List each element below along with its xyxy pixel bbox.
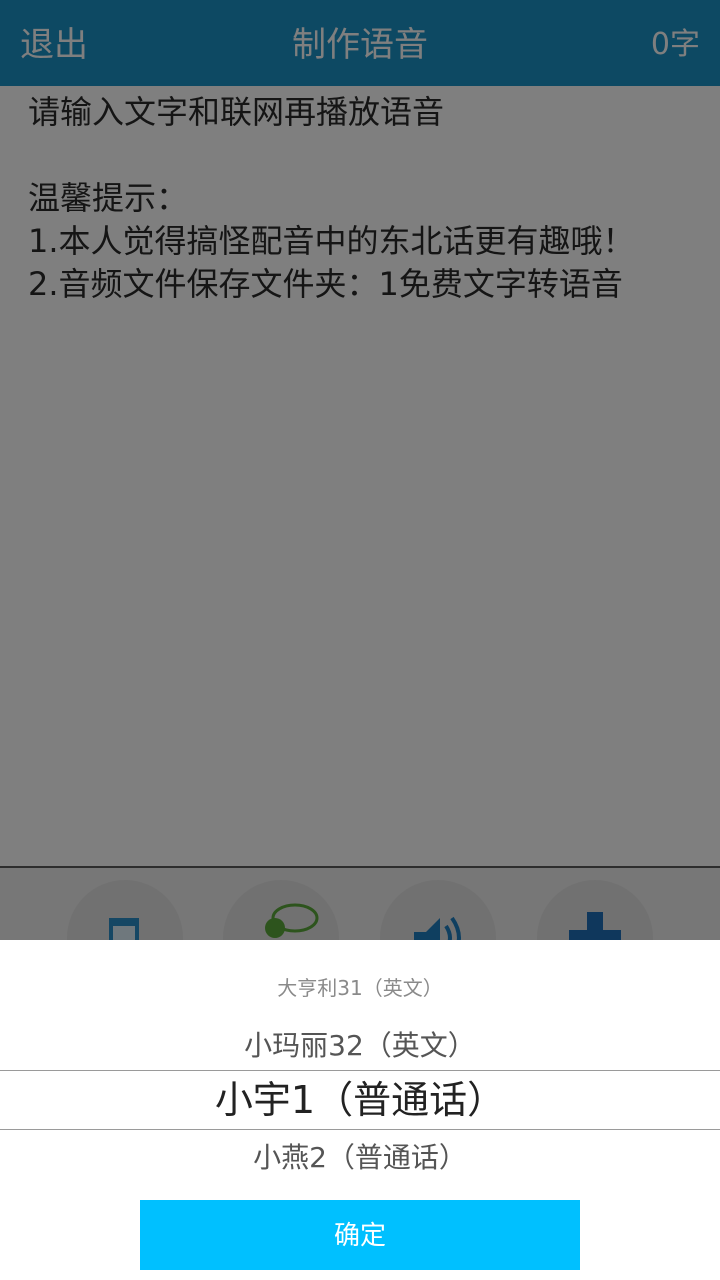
- dim-overlay[interactable]: [0, 0, 720, 940]
- voice-picker-sheet: 凯瑟琳30（英文） 大亨利31（英文） 小玛丽32（英文） 小宇1（普通话） 小…: [0, 940, 720, 1280]
- picker-option[interactable]: 小燕2（普通话）: [0, 1136, 720, 1180]
- confirm-button[interactable]: 确定: [140, 1200, 580, 1270]
- voice-maker-screen: 退出 制作语音 0字 请输入文字和联网再播放语音 温馨提示： 1.本人觉得搞怪配…: [0, 0, 720, 1280]
- picker-option[interactable]: 大亨利31（英文）: [0, 972, 720, 1004]
- picker-option[interactable]: 凯瑟琳30（英文）: [0, 940, 720, 948]
- picker-option[interactable]: 小玛丽32（英文）: [0, 1024, 720, 1068]
- picker-option-selected[interactable]: 小宇1（普通话）: [0, 1071, 720, 1129]
- selection-divider-bottom: [0, 1129, 720, 1130]
